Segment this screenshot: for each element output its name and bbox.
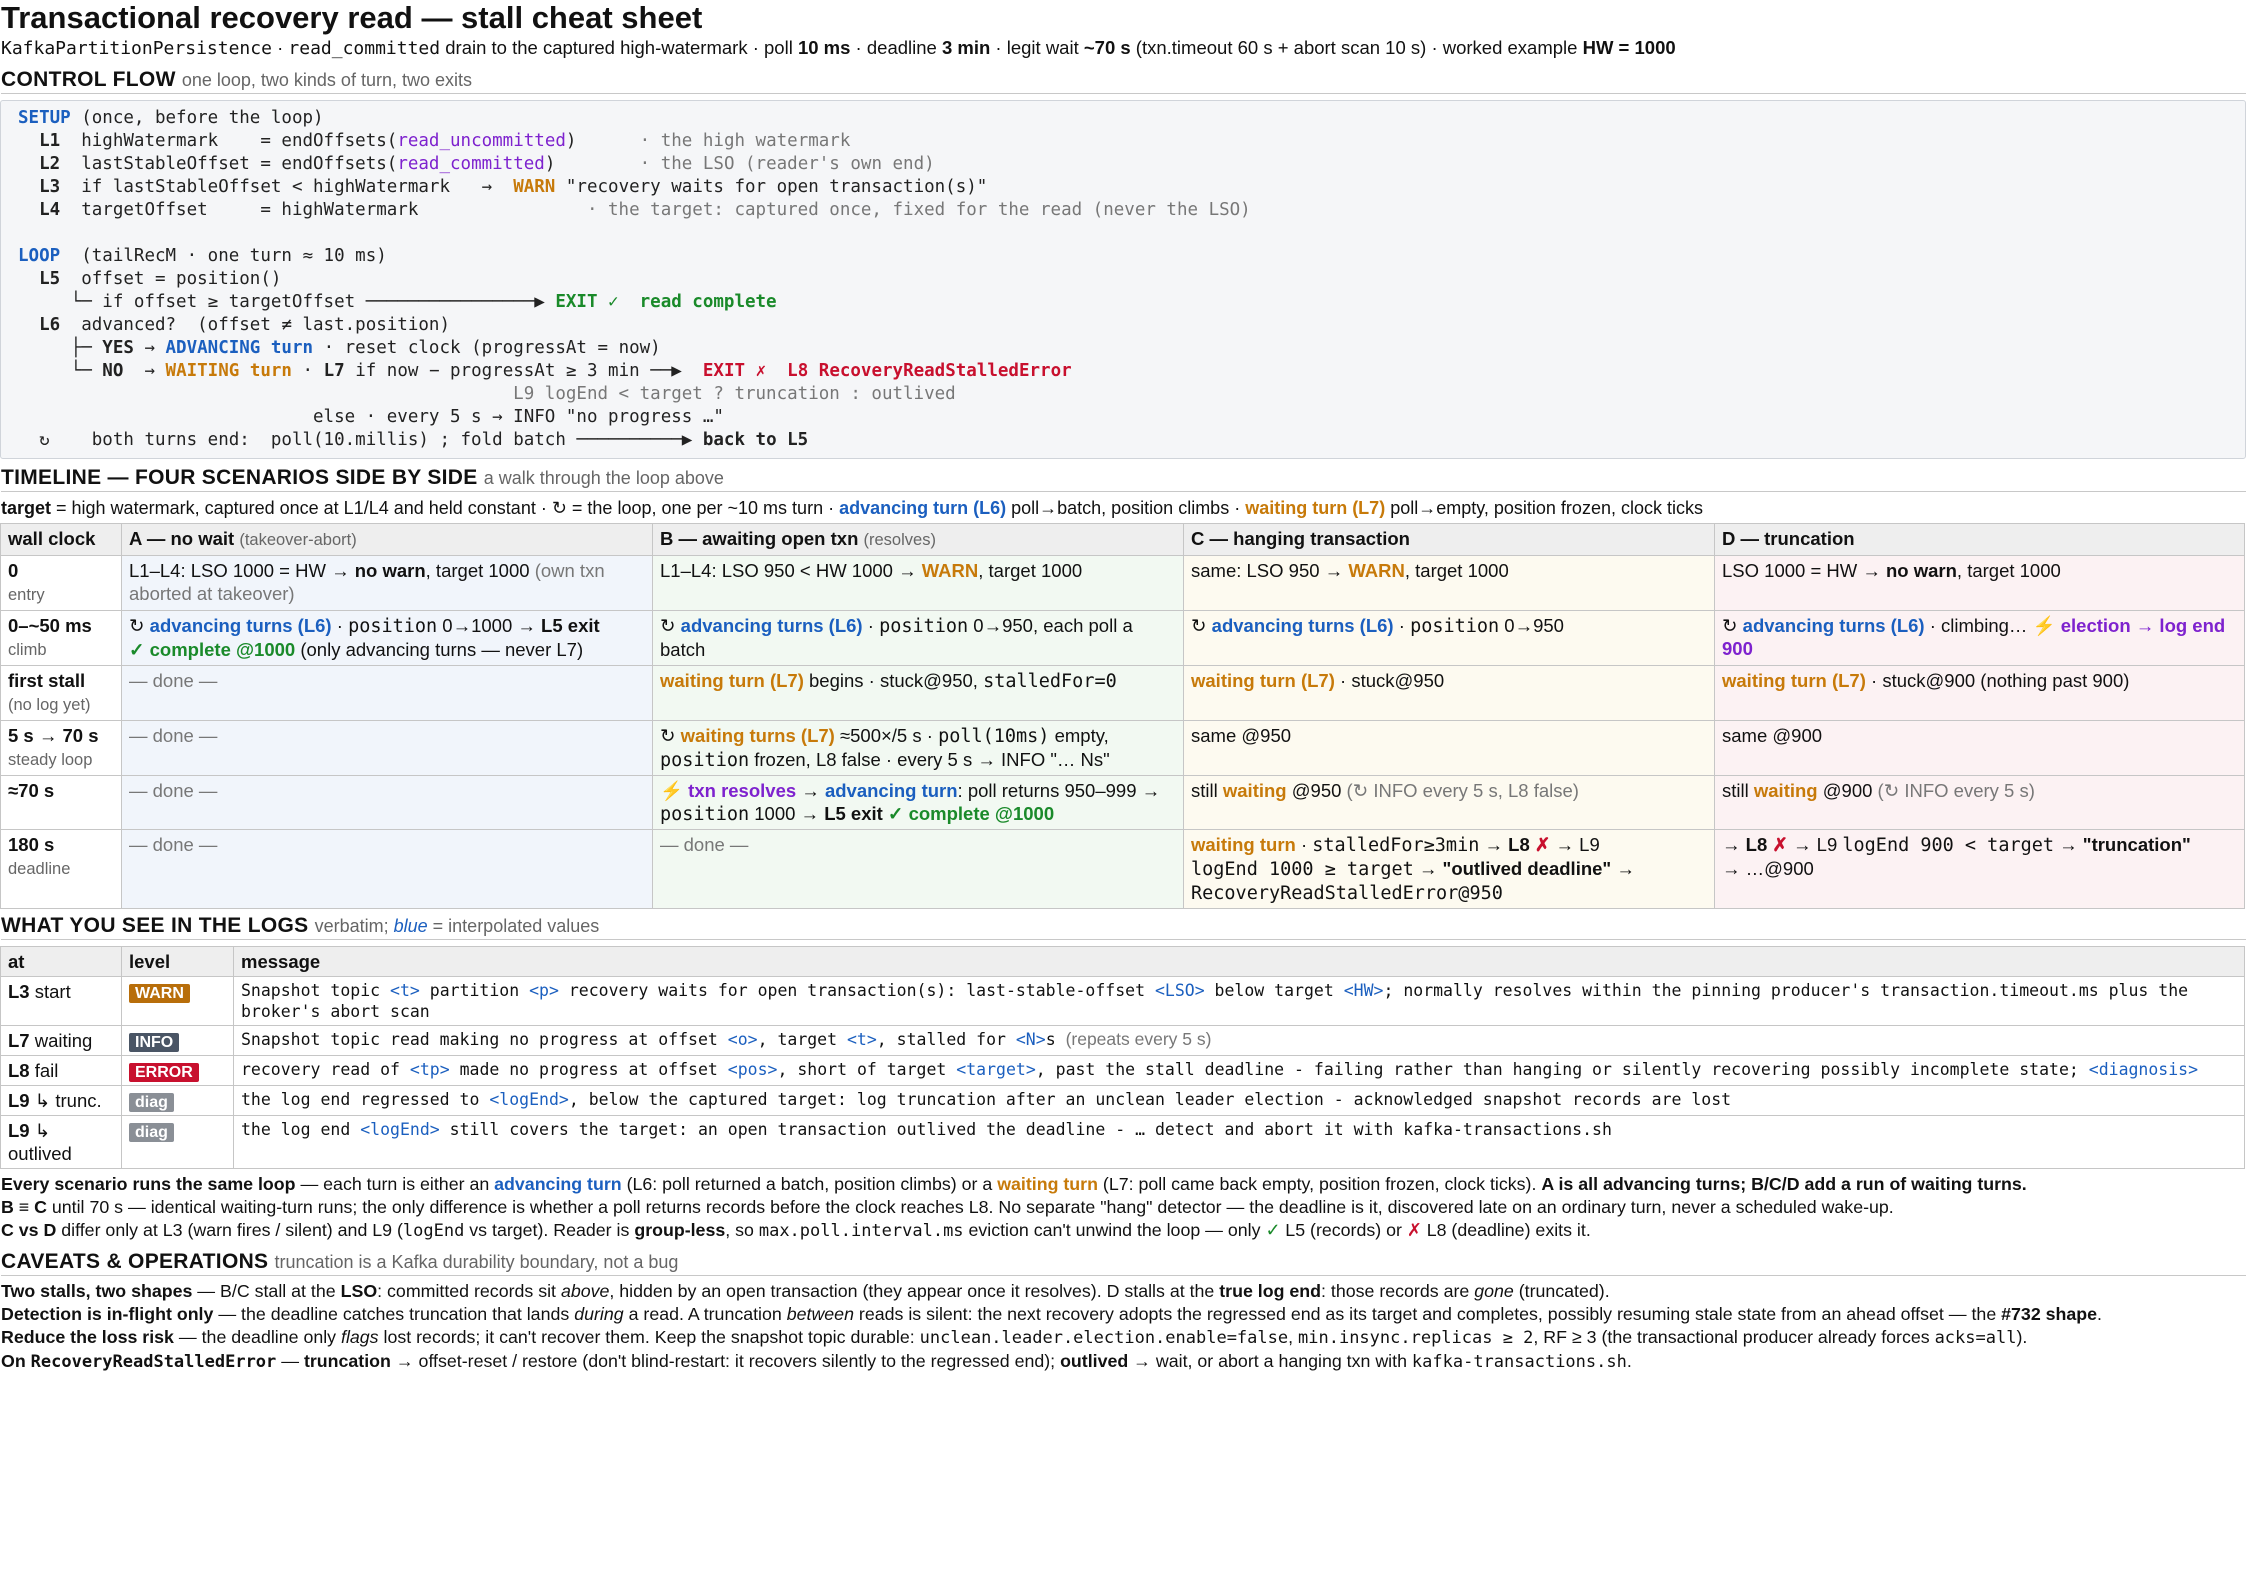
logs-table: at level message L3 start WARN Snapshot … (0, 946, 2245, 1169)
cheat-sheet: Transactional recovery read — stall chea… (0, 0, 2246, 1374)
diag-badge: diag (129, 1123, 174, 1142)
info-badge: INFO (129, 1033, 180, 1052)
loop-icon: ↻ (39, 430, 50, 450)
timeline-legend: target = high watermark, captured once a… (1, 498, 1703, 518)
summary-loop: Every scenario runs the same loop — each… (1, 1174, 2027, 1194)
col-scenario-d: D — truncation (1714, 523, 2245, 556)
table-row: L8 fail ERROR recovery read of <tp> made… (0, 1055, 2245, 1086)
page-title: Transactional recovery read — stall chea… (1, 0, 703, 35)
caveat-loss-risk: Reduce the loss risk — the deadline only… (1, 1327, 2028, 1348)
table-row: ≈70 s — done — ⚡ txn resolves → advancin… (0, 775, 2245, 830)
col-wall-clock: wall clock (0, 523, 122, 556)
col-scenario-a: A — no wait (takeover-abort) (121, 523, 653, 556)
table-row: 0 entry L1–L4: LSO 1000 = HW → no warn, t… (0, 555, 2245, 611)
col-message: message (233, 946, 2245, 977)
table-row: L9 ↳ outlived diag the log end <logEnd> … (0, 1115, 2245, 1169)
col-scenario-c: C — hanging transaction (1183, 523, 1715, 556)
caveat-detection: Detection is in-flight only — the deadli… (1, 1304, 2102, 1324)
diag-badge: diag (129, 1093, 174, 1112)
table-row: 0–~50 ms climb ↻ advancing turns (L6) · p… (0, 610, 2245, 666)
error-badge: ERROR (129, 1063, 199, 1082)
col-level: level (121, 946, 234, 977)
table-row: 180 s deadline — done — — done — waiting … (0, 829, 2245, 909)
warn-badge: WARN (129, 984, 190, 1003)
timeline-header-row: wall clock A — no wait (takeover-abort) … (0, 523, 2245, 556)
section-timeline: TIMELINE — FOUR SCENARIOS SIDE BY SIDE a… (1, 465, 2246, 492)
section-caveats: CAVEATS & OPERATIONS truncation is a Kaf… (1, 1249, 2246, 1276)
summary-c-d: C vs D differ only at L3 (warn fires / s… (1, 1220, 1591, 1241)
table-row: first stall (no log yet) — done — waiting… (0, 665, 2245, 721)
table-row: L9 ↳ trunc. diag the log end regressed t… (0, 1085, 2245, 1116)
page-subtitle: KafkaPartitionPersistence · read_committ… (1, 37, 1676, 59)
class-name: KafkaPartitionPersistence (1, 38, 272, 59)
control-flow-code: SETUP (once, before the loop) L1 highWat… (0, 100, 2246, 459)
section-control-flow: CONTROL FLOW one loop, two kinds of turn… (1, 67, 2246, 94)
table-row: 5 s → 70 s steady loop — done — ↻ waiting… (0, 720, 2245, 776)
logs-header-row: at level message (0, 946, 2245, 977)
section-logs: WHAT YOU SEE IN THE LOGS verbatim; blue … (1, 913, 2246, 940)
table-row: L3 start WARN Snapshot topic <t> partiti… (0, 976, 2245, 1026)
table-row: L7 waiting INFO Snapshot topic read maki… (0, 1025, 2245, 1056)
col-scenario-b: B — awaiting open txn (resolves) (652, 523, 1184, 556)
isolation-mode: read_committed (288, 38, 441, 59)
caveat-on-error: On RecoveryReadStalledError — truncation… (1, 1351, 1632, 1372)
summary-b-c: B ≡ C until 70 s — identical waiting-tur… (1, 1197, 1894, 1217)
caveat-two-stalls: Two stalls, two shapes — B/C stall at th… (1, 1281, 1610, 1301)
col-at: at (0, 946, 122, 977)
timeline-table: wall clock A — no wait (takeover-abort) … (0, 523, 2245, 909)
